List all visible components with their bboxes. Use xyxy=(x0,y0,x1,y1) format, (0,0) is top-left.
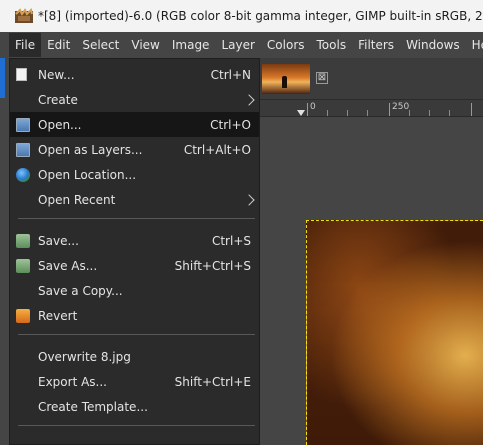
menu-item-open[interactable]: Open... Ctrl+O xyxy=(10,112,259,137)
toolbox-edge xyxy=(0,58,5,98)
ruler-tick xyxy=(409,110,410,116)
save-icon xyxy=(16,233,30,248)
menu-windows[interactable]: Windows xyxy=(400,33,466,57)
ruler-major-tick xyxy=(389,103,390,116)
menu-item-label: Open Recent xyxy=(38,192,116,207)
menu-help[interactable]: Help xyxy=(466,33,483,57)
chevron-right-icon xyxy=(243,193,255,206)
ruler-tick xyxy=(367,110,368,116)
menu-filters[interactable]: Filters xyxy=(352,33,400,57)
menu-item-label: Overwrite 8.jpg xyxy=(38,349,131,364)
revert-icon xyxy=(16,308,30,323)
menu-item-shortcut: Ctrl+N xyxy=(210,67,251,82)
menu-tools[interactable]: Tools xyxy=(311,33,353,57)
ruler-pointer-icon xyxy=(297,110,305,116)
menu-item-label: Export As... xyxy=(38,374,107,389)
image-tab-strip: ⊠ xyxy=(260,58,483,100)
chevron-right-icon xyxy=(243,93,255,106)
menu-item-label: Create xyxy=(38,92,78,107)
menu-item-export-as[interactable]: Export As... Shift+Ctrl+E xyxy=(10,369,259,394)
menu-item-label: Save a Copy... xyxy=(38,283,123,298)
menu-item-shortcut: Ctrl+S xyxy=(211,233,251,248)
menu-separator xyxy=(18,218,255,219)
menu-item-open-recent[interactable]: Open Recent xyxy=(10,187,259,212)
file-menu-dropdown: New... Ctrl+N Create Open... Ctrl+O Open… xyxy=(9,58,260,445)
menu-item-label: Create Template... xyxy=(38,399,148,414)
horizontal-ruler[interactable]: 0 250 xyxy=(260,100,483,117)
menu-edit[interactable]: Edit xyxy=(41,33,76,57)
menu-item-label: Open... xyxy=(38,117,82,132)
gimp-app-icon xyxy=(14,8,34,24)
menu-separator xyxy=(18,334,255,335)
menu-item-save-as[interactable]: Save As... Shift+Ctrl+S xyxy=(10,253,259,278)
menu-item-label: Open Location... xyxy=(38,167,137,182)
menu-separator xyxy=(18,425,255,426)
tab-close-icon[interactable]: ⊠ xyxy=(316,72,328,84)
ruler-label-250: 250 xyxy=(392,102,410,112)
open-layers-icon xyxy=(16,142,30,157)
menu-item-revert[interactable]: Revert xyxy=(10,303,259,328)
menu-item-shortcut: Ctrl+Alt+O xyxy=(183,142,251,157)
ruler-major-tick xyxy=(471,103,472,116)
menu-image[interactable]: Image xyxy=(166,33,216,57)
ruler-tick xyxy=(449,110,450,116)
menu-item-label: Open as Layers... xyxy=(38,142,143,157)
menu-item-create[interactable]: Create xyxy=(10,87,259,112)
ruler-major-tick xyxy=(307,103,308,116)
menu-colors[interactable]: Colors xyxy=(261,33,311,57)
menu-file[interactable]: File xyxy=(9,33,42,57)
menu-item-shortcut: Shift+Ctrl+S xyxy=(174,258,251,273)
menu-view[interactable]: View xyxy=(125,33,165,57)
menu-item-label: Revert xyxy=(38,308,78,323)
menu-layer[interactable]: Layer xyxy=(215,33,260,57)
menu-item-shortcut: Shift+Ctrl+E xyxy=(174,374,251,389)
menu-item-shortcut: Ctrl+O xyxy=(210,117,251,132)
menu-item-label: Save... xyxy=(38,233,79,248)
menu-select[interactable]: Select xyxy=(76,33,125,57)
menu-item-open-location[interactable]: Open Location... xyxy=(10,162,259,187)
ruler-tick xyxy=(429,110,430,116)
menu-item-save-a-copy[interactable]: Save a Copy... xyxy=(10,278,259,303)
save-as-icon xyxy=(16,258,30,273)
thumbnail-figure xyxy=(282,76,287,88)
ruler-tick xyxy=(327,110,328,116)
image-tab-thumbnail[interactable] xyxy=(262,64,310,94)
new-file-icon xyxy=(16,68,27,81)
ruler-tick xyxy=(347,110,348,116)
menu-bar: File Edit Select View Image Layer Colors… xyxy=(0,32,483,58)
open-folder-icon xyxy=(16,117,30,132)
window-title: *[8] (imported)-6.0 (RGB color 8-bit gam… xyxy=(38,9,483,23)
menu-item-save[interactable]: Save... Ctrl+S xyxy=(10,228,259,253)
ruler-label-0: 0 xyxy=(310,102,316,112)
menu-item-new[interactable]: New... Ctrl+N xyxy=(10,62,259,87)
menu-item-overwrite[interactable]: Overwrite 8.jpg xyxy=(10,344,259,369)
image-canvas[interactable] xyxy=(306,220,483,445)
menu-item-label: New... xyxy=(38,67,75,82)
title-bar: *[8] (imported)-6.0 (RGB color 8-bit gam… xyxy=(0,0,483,32)
globe-icon xyxy=(16,167,30,182)
menu-item-label: Save As... xyxy=(38,258,98,273)
menu-item-create-template[interactable]: Create Template... xyxy=(10,394,259,419)
menu-item-open-as-layers[interactable]: Open as Layers... Ctrl+Alt+O xyxy=(10,137,259,162)
